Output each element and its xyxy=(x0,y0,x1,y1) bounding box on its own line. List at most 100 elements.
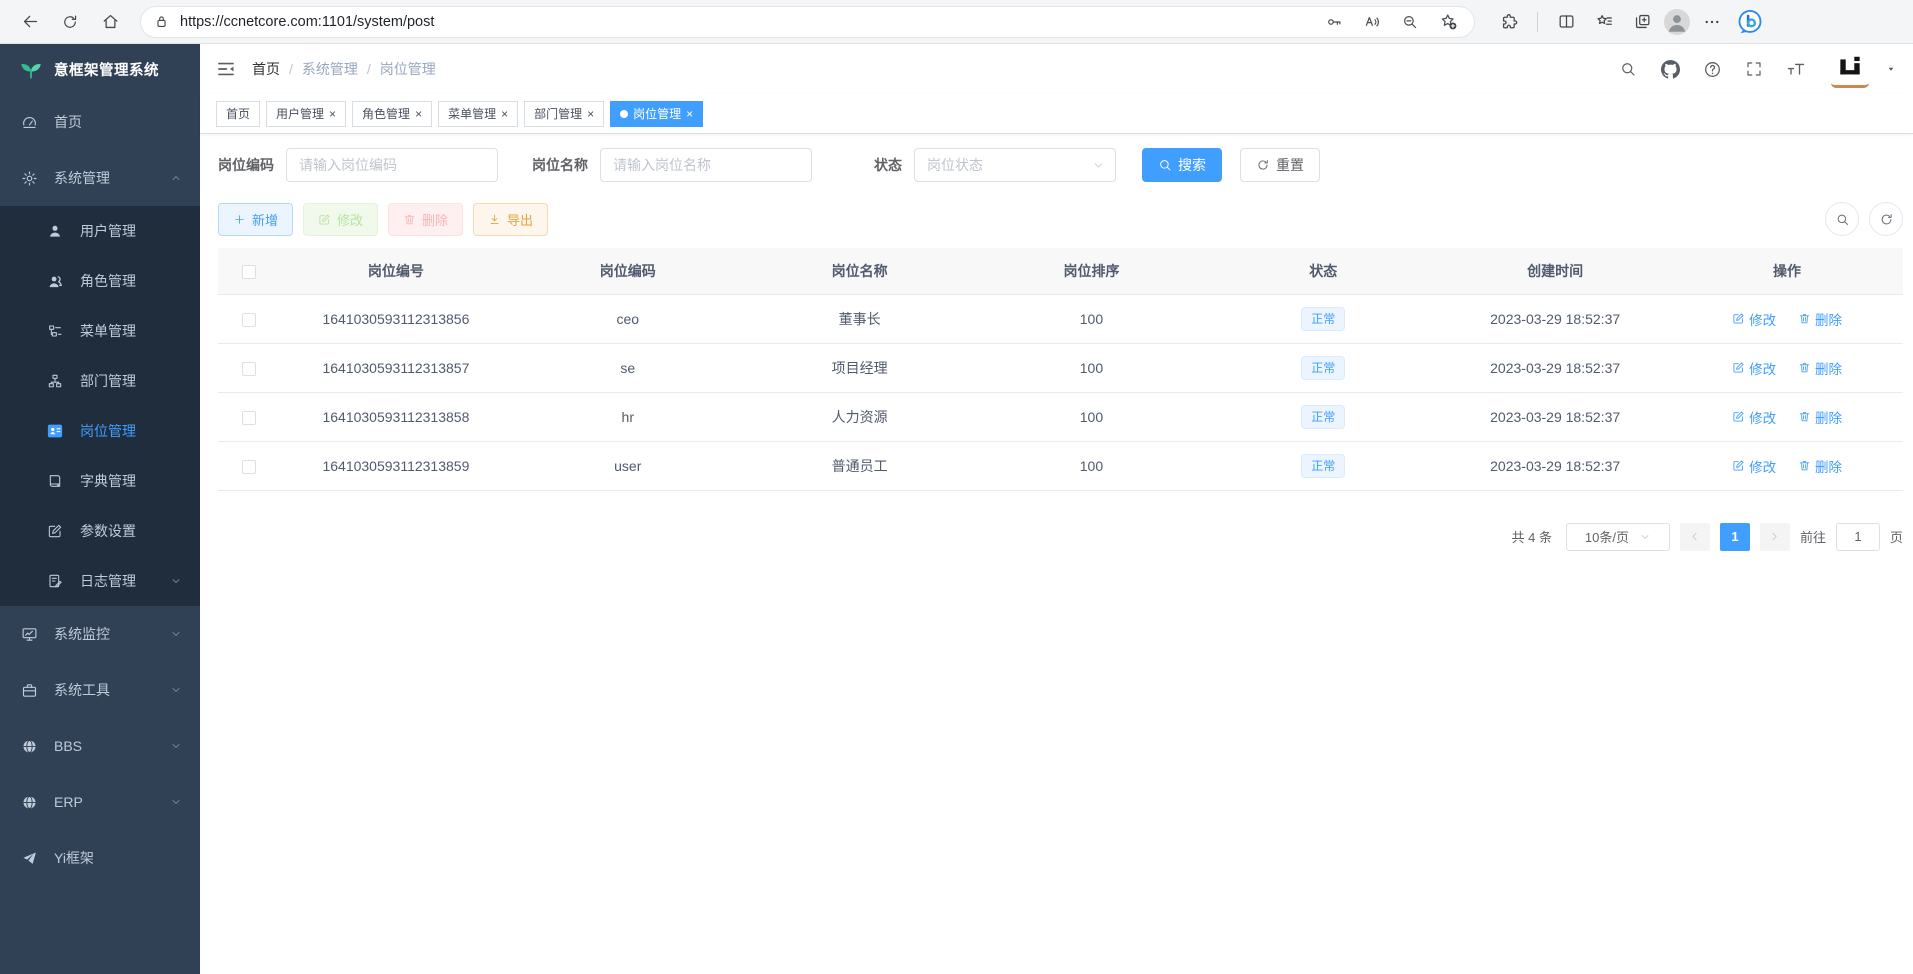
browser-refresh-button[interactable] xyxy=(54,6,86,38)
bing-chat-button[interactable] xyxy=(1734,6,1766,38)
tab-posts-active[interactable]: 岗位管理 × xyxy=(610,101,703,127)
sidebar-item-erp[interactable]: ERP xyxy=(0,774,200,830)
row-edit-link[interactable]: 修改 xyxy=(1732,407,1776,427)
breadcrumb-system[interactable]: 系统管理 xyxy=(302,59,358,79)
row-delete-link[interactable]: 删除 xyxy=(1798,358,1842,378)
help-doc-button[interactable] xyxy=(1699,56,1725,82)
row-checkbox[interactable] xyxy=(242,313,256,327)
sidebar-item-yi-framework[interactable]: Yi框架 xyxy=(0,830,200,886)
refresh-table-button[interactable] xyxy=(1869,202,1903,236)
sidebar-item-roles[interactable]: 角色管理 xyxy=(0,256,200,306)
row-edit-link[interactable]: 修改 xyxy=(1732,309,1776,329)
split-screen-button[interactable] xyxy=(1550,6,1582,38)
post-name-input[interactable] xyxy=(600,148,812,182)
sidebar-item-dictionaries[interactable]: 字典管理 xyxy=(0,456,200,506)
tab-departments[interactable]: 部门管理 × xyxy=(524,101,604,127)
sidebar-item-label: 系统工具 xyxy=(54,680,110,700)
toggle-search-button[interactable] xyxy=(1825,202,1859,236)
chevron-down-icon xyxy=(1092,159,1105,172)
avatar-caret-icon[interactable] xyxy=(1885,63,1897,75)
table-row: 1641030593112313857 se 项目经理 100 正常 2023-… xyxy=(218,343,1903,392)
sidebar-item-departments[interactable]: 部门管理 xyxy=(0,356,200,406)
browser-profile-avatar[interactable] xyxy=(1664,9,1690,35)
row-edit-link[interactable]: 修改 xyxy=(1732,358,1776,378)
sidebar-item-monitor[interactable]: 系统监控 xyxy=(0,606,200,662)
col-post-sort: 岗位排序 xyxy=(976,248,1208,294)
sidebar-item-label: BBS xyxy=(54,738,82,754)
breadcrumb-current: 岗位管理 xyxy=(380,59,436,79)
row-delete-link[interactable]: 删除 xyxy=(1798,456,1842,476)
browser-menu-button[interactable] xyxy=(1696,6,1728,38)
status-select[interactable]: 岗位状态 xyxy=(914,148,1116,182)
user-avatar[interactable] xyxy=(1831,50,1869,88)
sidebar-item-users[interactable]: 用户管理 xyxy=(0,206,200,256)
tab-home[interactable]: 首页 xyxy=(216,101,260,127)
page-number-1[interactable]: 1 xyxy=(1720,523,1750,551)
row-checkbox[interactable] xyxy=(242,460,256,474)
tab-menus[interactable]: 菜单管理 × xyxy=(438,101,518,127)
breadcrumb-home[interactable]: 首页 xyxy=(252,59,280,79)
status-badge: 正常 xyxy=(1301,454,1345,478)
favorites-button[interactable] xyxy=(1588,6,1620,38)
password-key-button[interactable] xyxy=(1320,8,1348,36)
url-text[interactable]: https://ccnetcore.com:1101/system/post xyxy=(180,14,1310,30)
reset-button[interactable]: 重置 xyxy=(1240,148,1320,182)
sidebar-item-posts[interactable]: 岗位管理 xyxy=(0,406,200,456)
sidebar-item-label: 岗位管理 xyxy=(80,421,136,441)
col-post-code: 岗位编码 xyxy=(512,248,744,294)
table-header-row: 岗位编号 岗位编码 岗位名称 岗位排序 状态 创建时间 操作 xyxy=(218,248,1903,294)
sidebar-item-menus[interactable]: 菜单管理 xyxy=(0,306,200,356)
select-all-checkbox[interactable] xyxy=(242,265,256,279)
home-icon xyxy=(101,12,120,31)
close-icon[interactable]: × xyxy=(415,108,422,120)
tab-users[interactable]: 用户管理 × xyxy=(266,101,346,127)
header-search-button[interactable] xyxy=(1615,56,1641,82)
browser-back-button[interactable] xyxy=(14,6,46,38)
add-favorite-button[interactable] xyxy=(1434,8,1462,36)
toolbox-icon xyxy=(18,682,40,699)
chevron-down-icon xyxy=(170,796,182,808)
row-edit-link[interactable]: 修改 xyxy=(1732,456,1776,476)
post-code-input[interactable] xyxy=(286,148,498,182)
font-size-button[interactable] xyxy=(1783,56,1809,82)
browser-home-button[interactable] xyxy=(94,6,126,38)
sidebar-item-tools[interactable]: 系统工具 xyxy=(0,662,200,718)
prev-page-button[interactable] xyxy=(1680,523,1710,551)
search-button[interactable]: 搜索 xyxy=(1142,148,1222,182)
sidebar-item-logs[interactable]: 日志管理 xyxy=(0,556,200,606)
sidebar-item-home[interactable]: 首页 xyxy=(0,94,200,150)
row-delete-link[interactable]: 删除 xyxy=(1798,309,1842,329)
read-aloud-button[interactable] xyxy=(1358,8,1386,36)
edit-button-disabled[interactable]: 修改 xyxy=(303,203,378,236)
close-icon[interactable]: × xyxy=(587,108,594,120)
bing-chat-icon xyxy=(1735,7,1765,37)
add-button[interactable]: 新增 xyxy=(218,203,293,236)
row-checkbox[interactable] xyxy=(242,362,256,376)
export-button[interactable]: 导出 xyxy=(473,203,548,236)
page-size-select[interactable]: 10条/页 xyxy=(1566,523,1670,551)
font-size-icon xyxy=(1786,59,1806,79)
sidebar-item-parameters[interactable]: 参数设置 xyxy=(0,506,200,556)
sidebar-item-system[interactable]: 系统管理 xyxy=(0,150,200,206)
delete-button-disabled[interactable]: 删除 xyxy=(388,203,463,236)
row-checkbox[interactable] xyxy=(242,411,256,425)
close-icon[interactable]: × xyxy=(329,108,336,120)
sidebar-collapse-button[interactable] xyxy=(216,59,236,79)
github-link-button[interactable] xyxy=(1657,56,1683,82)
close-icon[interactable]: × xyxy=(686,108,693,120)
address-bar[interactable]: https://ccnetcore.com:1101/system/post xyxy=(140,6,1475,38)
search-icon xyxy=(1835,212,1850,227)
tab-roles[interactable]: 角色管理 × xyxy=(352,101,432,127)
row-delete-link[interactable]: 删除 xyxy=(1798,407,1842,427)
lock-icon[interactable] xyxy=(153,13,170,30)
fullscreen-button[interactable] xyxy=(1741,56,1767,82)
goto-page-input[interactable] xyxy=(1836,523,1880,551)
zoom-out-button[interactable] xyxy=(1396,8,1424,36)
next-page-button[interactable] xyxy=(1760,523,1790,551)
col-post-name: 岗位名称 xyxy=(744,248,976,294)
app-logo[interactable]: 意框架管理系统 xyxy=(0,44,200,94)
extensions-button[interactable] xyxy=(1493,6,1525,38)
collections-button[interactable] xyxy=(1626,6,1658,38)
sidebar-item-bbs[interactable]: BBS xyxy=(0,718,200,774)
close-icon[interactable]: × xyxy=(501,108,508,120)
